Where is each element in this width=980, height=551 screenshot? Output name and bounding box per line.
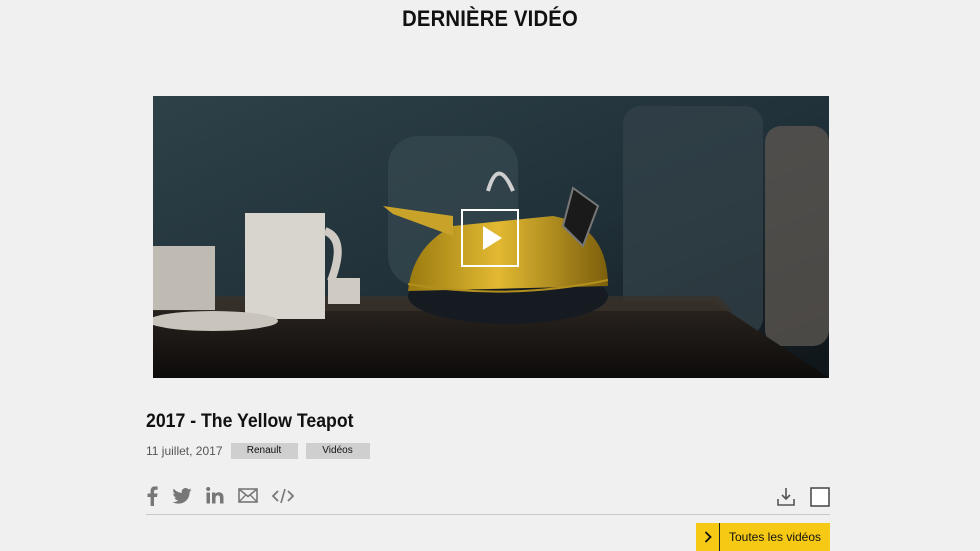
download-icon[interactable] [776,487,796,512]
all-videos-label: Toutes les vidéos [728,530,822,544]
video-date: 11 juillet, 2017 [146,444,223,458]
tag-renault[interactable]: Renault [230,443,298,459]
chevron-right-icon [696,523,720,551]
facebook-icon[interactable] [146,485,158,511]
embed-code-icon[interactable] [271,488,295,509]
linkedin-icon[interactable] [206,487,224,509]
tag-videos[interactable]: Vidéos [305,443,370,459]
share-bar [146,485,308,511]
video-player[interactable] [153,96,829,378]
checkbox-icon[interactable] [810,487,830,512]
email-icon[interactable] [238,488,258,508]
divider [146,514,830,515]
play-button[interactable] [461,209,519,267]
video-tools [776,487,830,512]
video-meta: 11 juillet, 2017 Renault Vidéos [146,443,378,459]
play-icon [483,226,502,250]
all-videos-button[interactable]: Toutes les vidéos [696,523,830,551]
twitter-icon[interactable] [172,487,192,509]
video-title: 2017 - The Yellow Teapot [146,411,354,432]
section-title: DERNIÈRE VIDÉO [402,6,578,31]
